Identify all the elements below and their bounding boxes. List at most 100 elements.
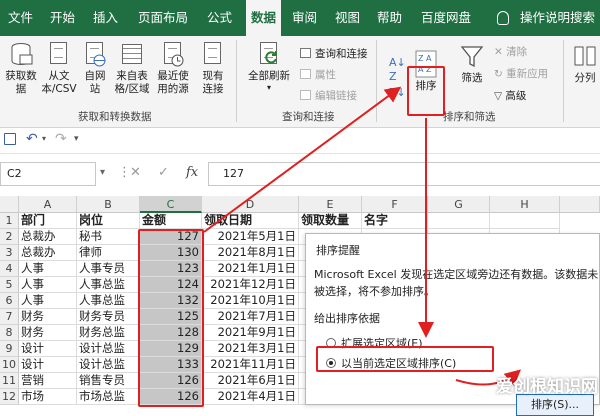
edit-links-button[interactable]: 编辑链接 xyxy=(300,88,357,103)
properties-button[interactable]: 属性 xyxy=(300,67,336,82)
cell-b[interactable]: 财务总监 xyxy=(77,325,140,341)
recent-sources-button[interactable]: 最近使用的源 xyxy=(152,42,194,96)
redo-icon[interactable]: ↷ xyxy=(55,131,67,147)
row-header[interactable]: 5 xyxy=(0,277,19,293)
cell-d[interactable]: 2021年7月1日 xyxy=(202,309,299,325)
select-all-corner[interactable] xyxy=(0,196,19,213)
undo-icon[interactable]: ↶ xyxy=(26,131,38,147)
cell-b[interactable]: 秘书 xyxy=(77,229,140,245)
row-header[interactable]: 4 xyxy=(0,261,19,277)
existing-connections-button[interactable]: 现有连接 xyxy=(198,42,228,96)
cell-a[interactable]: 设计 xyxy=(19,357,77,373)
cell-a[interactable]: 营销 xyxy=(19,373,77,389)
cell-b[interactable]: 销售专员 xyxy=(77,373,140,389)
queries-connections-button[interactable]: 查询和连接 xyxy=(300,46,368,61)
cell-a[interactable]: 部门 xyxy=(19,213,77,229)
column-header-h[interactable]: H xyxy=(490,196,560,213)
cell-a[interactable]: 总裁办 xyxy=(19,245,77,261)
save-icon[interactable] xyxy=(4,133,16,145)
row-header[interactable]: 6 xyxy=(0,293,19,309)
cell-a[interactable]: 人事 xyxy=(19,277,77,293)
tab-home[interactable]: 开始 xyxy=(50,0,75,36)
cell-a[interactable]: 设计 xyxy=(19,341,77,357)
cancel-icon[interactable]: ✕ xyxy=(130,165,141,180)
cell-d[interactable]: 2021年3月1日 xyxy=(202,341,299,357)
tab-formulas[interactable]: 公式 xyxy=(207,0,232,36)
insert-function-icon[interactable]: fx xyxy=(186,165,198,180)
column-header-e[interactable]: E xyxy=(299,196,362,213)
row-header[interactable]: 2 xyxy=(0,229,19,245)
tab-insert[interactable]: 插入 xyxy=(93,0,118,36)
cell-d[interactable]: 2021年11月1日 xyxy=(202,357,299,373)
row-header[interactable]: 1 xyxy=(0,213,19,229)
cell-d[interactable]: 2021年10月1日 xyxy=(202,293,299,309)
filter-button[interactable]: 筛选 xyxy=(456,44,488,85)
reapply-button[interactable]: ↻ 重新应用 xyxy=(494,66,548,81)
column-header-d[interactable]: D xyxy=(202,196,299,213)
cell-a[interactable]: 市场 xyxy=(19,389,77,405)
row-header[interactable]: 11 xyxy=(0,373,19,389)
cell-b[interactable]: 人事总监 xyxy=(77,277,140,293)
cell-b[interactable]: 市场总监 xyxy=(77,389,140,405)
get-data-button[interactable]: 获取数据 xyxy=(2,42,40,96)
cell-b[interactable]: 财务专员 xyxy=(77,309,140,325)
cell-a[interactable]: 总裁办 xyxy=(19,229,77,245)
row-header[interactable]: 7 xyxy=(0,309,19,325)
tab-page-layout[interactable]: 页面布局 xyxy=(138,0,188,36)
tab-review[interactable]: 审阅 xyxy=(292,0,317,36)
cell-d[interactable]: 2021年1月1日 xyxy=(202,261,299,277)
row-header[interactable]: 10 xyxy=(0,357,19,373)
cell-f[interactable]: 名字 xyxy=(362,213,428,229)
cell-d[interactable]: 2021年5月1日 xyxy=(202,229,299,245)
formula-input[interactable]: 127 xyxy=(208,162,600,186)
row-header[interactable]: 8 xyxy=(0,325,19,341)
name-box[interactable]: C2 xyxy=(0,162,96,186)
from-text-csv-button[interactable]: 从文本/CSV xyxy=(40,42,78,96)
cell-d[interactable]: 2021年8月1日 xyxy=(202,245,299,261)
cell-d[interactable]: 2021年12月1日 xyxy=(202,277,299,293)
undo-dropdown-icon[interactable]: ▾ xyxy=(42,134,46,143)
namebox-dropdown-icon[interactable]: ▾ xyxy=(100,167,105,178)
column-header-f[interactable]: F xyxy=(362,196,428,213)
cell-d[interactable]: 领取日期 xyxy=(202,213,299,229)
sort-ascending-icon[interactable]: A↓ Z xyxy=(389,56,406,84)
enter-icon[interactable]: ✓ xyxy=(158,165,169,180)
row-header[interactable]: 3 xyxy=(0,245,19,261)
split-column-button[interactable]: 分列 xyxy=(570,44,600,85)
clear-button[interactable]: ✕ 清除 xyxy=(494,44,527,59)
cell-b[interactable]: 律师 xyxy=(77,245,140,261)
cell-c[interactable]: 金额 xyxy=(140,213,202,229)
row-header[interactable]: 9 xyxy=(0,341,19,357)
cell-d[interactable]: 2021年4月1日 xyxy=(202,389,299,405)
cell-a[interactable]: 财务 xyxy=(19,325,77,341)
cell-d[interactable]: 2021年9月1日 xyxy=(202,325,299,341)
tab-baidu-netdisk[interactable]: 百度网盘 xyxy=(421,0,471,36)
sort-confirm-button[interactable]: 排序(S)... xyxy=(516,394,594,416)
tab-file[interactable]: 文件 xyxy=(8,0,33,36)
cell-a[interactable]: 人事 xyxy=(19,261,77,277)
from-table-button[interactable]: 来自表格/区域 xyxy=(112,42,152,96)
cell-b[interactable]: 岗位 xyxy=(77,213,140,229)
cell-g[interactable] xyxy=(428,213,490,229)
column-header-b[interactable]: B xyxy=(77,196,140,213)
from-web-button[interactable]: 自网站 xyxy=(80,42,110,96)
refresh-all-button[interactable]: 全部刷新 ▾ xyxy=(244,42,294,93)
advanced-button[interactable]: ▽ 高级 xyxy=(494,88,526,103)
cell-b[interactable]: 人事总监 xyxy=(77,293,140,309)
cell-b[interactable]: 设计总监 xyxy=(77,357,140,373)
customize-toolbar-icon[interactable]: ▾ xyxy=(74,134,79,144)
tab-data[interactable]: 数据 xyxy=(246,0,282,36)
cell-d[interactable]: 2021年6月1日 xyxy=(202,373,299,389)
tab-view[interactable]: 视图 xyxy=(335,0,360,36)
column-header-c[interactable]: C xyxy=(140,196,202,213)
cell-b[interactable]: 设计总监 xyxy=(77,341,140,357)
column-header-a[interactable]: A xyxy=(19,196,77,213)
cell-e[interactable]: 领取数量 xyxy=(299,213,362,229)
cell-a[interactable]: 人事 xyxy=(19,293,77,309)
row-header[interactable]: 12 xyxy=(0,389,19,405)
cell-b[interactable]: 人事专员 xyxy=(77,261,140,277)
tab-help[interactable]: 帮助 xyxy=(377,0,402,36)
column-header-g[interactable]: G xyxy=(428,196,490,213)
cell-a[interactable]: 财务 xyxy=(19,309,77,325)
sort-descending-icon[interactable]: Z↓ xyxy=(389,86,406,100)
